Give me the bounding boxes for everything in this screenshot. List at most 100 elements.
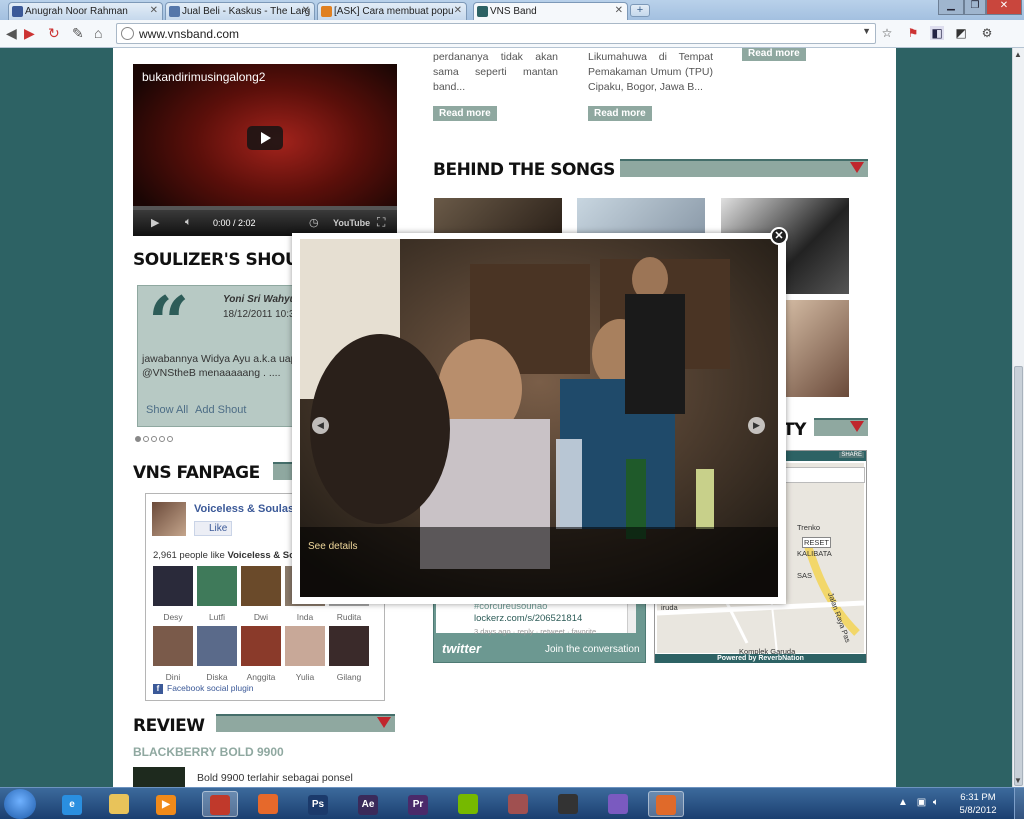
facebook-plugin-label[interactable]: Facebook social plugin (153, 683, 253, 694)
internet-explorer-taskbar-button[interactable]: e (54, 791, 90, 817)
vlc-app-taskbar-button[interactable] (202, 791, 238, 817)
tweet-scrollbar[interactable] (627, 599, 636, 633)
widget-footer[interactable]: Powered by ReverbNation (655, 654, 866, 663)
fan-profile[interactable]: Lutfi (196, 566, 238, 622)
system-clock[interactable]: 6:31 PM 5/8/2012 (948, 791, 1008, 817)
shout-author[interactable]: Yoni Sri Wahyun (223, 294, 302, 305)
tweet-meta[interactable]: 3 days ago · reply · retweet · favorite (474, 627, 596, 636)
photoshop-taskbar-button[interactable]: Ps (300, 791, 336, 817)
media-player-taskbar-button[interactable]: ▶ (148, 791, 184, 817)
after-effects-taskbar-button[interactable]: Ae (350, 791, 386, 817)
fan-profile[interactable]: Anggita (240, 626, 282, 682)
like-button[interactable]: Like (194, 521, 233, 536)
map-label: SAS (797, 571, 813, 580)
show-all-link[interactable]: Show All (146, 404, 188, 416)
review-item-title[interactable]: BLACKBERRY BOLD 9900 (133, 745, 284, 759)
close-tab-icon[interactable]: ✕ (302, 5, 310, 16)
reload-icon[interactable]: ↻ (48, 25, 60, 42)
fan-profile[interactable]: Gilang (328, 626, 370, 682)
pager-dot[interactable] (151, 436, 157, 442)
next-arrow-icon[interactable]: ▶ (748, 417, 765, 434)
address-bar[interactable]: www.vnsband.com ▼ (116, 23, 876, 44)
read-more-button[interactable]: Read more (433, 106, 497, 121)
pager-dot[interactable] (143, 436, 149, 442)
chevron-down-icon[interactable]: ▼ (862, 26, 871, 36)
fullscreen-icon[interactable]: ⛶ (377, 215, 385, 230)
watch-later-icon[interactable]: ◷ (309, 216, 319, 229)
tools-icon[interactable]: ✎ (72, 25, 84, 42)
page-avatar[interactable] (152, 502, 186, 536)
address-url[interactable]: www.vnsband.com (139, 27, 239, 41)
tab-vns-band[interactable]: VNS Band ✕ (473, 2, 628, 21)
volume-icon[interactable]: 🔈︎ (185, 216, 192, 229)
tab-label: VNS Band (490, 6, 537, 17)
join-conversation-link[interactable]: Join the conversation (545, 644, 640, 655)
see-details-link[interactable]: See details (308, 541, 357, 552)
extension-icon[interactable]: ◧ (930, 26, 944, 40)
video-player[interactable]: bukandirimusingalong2 ▶ 🔈︎ 0:00 / 2:02 ◷… (133, 64, 397, 236)
home-icon[interactable]: ⌂ (94, 25, 102, 41)
messenger-taskbar-button[interactable] (600, 791, 636, 817)
firefox-taskbar-button[interactable] (250, 791, 286, 817)
show-hidden-icons-icon[interactable]: ▲ (898, 797, 908, 808)
fan-profile[interactable]: Desy (152, 566, 194, 622)
add-shout-link[interactable]: Add Shout (195, 404, 246, 416)
tab-facebook[interactable]: Anugrah Noor Rahman ✕ (8, 2, 163, 20)
folder-taskbar-button[interactable] (101, 791, 137, 817)
photo-thumbnail[interactable] (777, 300, 849, 397)
photo-thumbnail[interactable] (577, 198, 705, 238)
system-tray[interactable]: ▲ ▣ 🔈︎ (898, 797, 939, 808)
fan-profile[interactable]: Dwi (240, 566, 282, 622)
lightbox-photo[interactable]: See details ◀ ▶ (300, 239, 778, 597)
close-icon[interactable]: ✕ (770, 227, 788, 245)
premiere-taskbar-button[interactable]: Pr (400, 791, 436, 817)
previous-arrow-icon[interactable]: ◀ (312, 417, 329, 434)
youtube-logo[interactable]: YouTube (333, 218, 370, 228)
close-tab-icon[interactable]: ✕ (454, 5, 462, 16)
minimize-button[interactable]: ▁ (938, 0, 964, 15)
share-button[interactable]: SHARE (839, 452, 864, 458)
star-icon[interactable]: ☆ (880, 26, 894, 40)
scroll-up-icon[interactable]: ▲ (1014, 50, 1022, 59)
network-icon[interactable]: ▣ (917, 797, 926, 808)
map-reset-button[interactable]: RESET (802, 537, 832, 548)
scrollbar-thumb[interactable] (1014, 366, 1023, 786)
screen-capture-taskbar-button[interactable] (550, 791, 586, 817)
fan-profile[interactable]: Diska (196, 626, 238, 682)
tab-ask[interactable]: [ASK] Cara membuat popu ✕ (317, 2, 467, 20)
nvidia-taskbar-button[interactable] (450, 791, 486, 817)
close-window-button[interactable]: ✕ (986, 0, 1022, 15)
page-scrollbar[interactable]: ▲ ▼ (1012, 48, 1024, 787)
volume-icon[interactable]: 🔈︎ (933, 797, 939, 808)
back-icon[interactable]: ◀ (6, 25, 17, 42)
photo-thumbnail[interactable] (434, 198, 562, 238)
pager-dot[interactable] (159, 436, 165, 442)
tweet-link[interactable]: lockerz.com/s/206521814 (474, 613, 582, 624)
read-more-button[interactable]: Read more (588, 106, 652, 121)
extension-icon[interactable]: ⚑ (906, 26, 920, 40)
twitter-logo[interactable]: twitter (442, 641, 481, 656)
forward-icon[interactable]: ▶ (24, 25, 35, 42)
scroll-down-icon[interactable]: ▼ (1014, 776, 1022, 785)
review-thumbnail[interactable] (133, 767, 185, 787)
network-globe-taskbar-button[interactable] (500, 791, 536, 817)
pager-dot[interactable] (135, 436, 141, 442)
close-tab-icon[interactable]: ✕ (615, 5, 623, 16)
fan-profile[interactable]: Dini (152, 626, 194, 682)
play-button[interactable] (247, 126, 283, 150)
chrome-pinned-taskbar-button[interactable] (648, 791, 684, 817)
maximize-button[interactable]: ❐ (964, 0, 986, 15)
map-label: KALIBATA (797, 549, 832, 558)
close-tab-icon[interactable]: ✕ (150, 5, 158, 16)
extension-icon[interactable]: ◩ (954, 26, 968, 40)
pager-dot[interactable] (167, 436, 173, 442)
play-icon[interactable]: ▶ (151, 216, 159, 229)
fan-profile[interactable]: Yulia (284, 626, 326, 682)
show-desktop-button[interactable] (1014, 788, 1024, 819)
wrench-icon[interactable]: ⚙ (980, 26, 994, 40)
tab-kaskus[interactable]: Jual Beli - Kaskus - The Larg ✕ (165, 2, 315, 20)
page-name[interactable]: Voiceless & Soulas (194, 503, 294, 515)
read-more-button[interactable]: Read more (742, 48, 806, 61)
new-tab-button[interactable]: + (630, 4, 650, 17)
start-button[interactable] (4, 789, 36, 819)
